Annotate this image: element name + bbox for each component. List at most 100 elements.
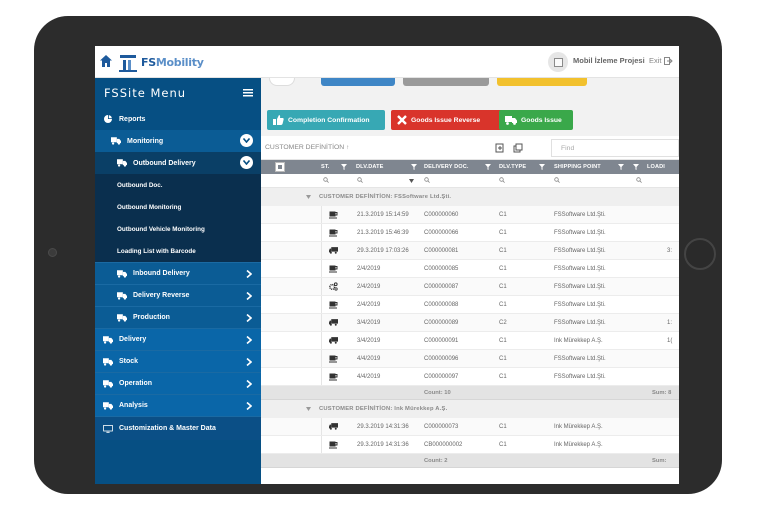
sidebar-item-label: Inbound Delivery bbox=[133, 270, 190, 277]
filter-icon[interactable] bbox=[485, 164, 491, 170]
sidebar-item-label: Production bbox=[133, 314, 170, 321]
sidebar-item-loading-list-with-barcode[interactable]: Loading List with Barcode bbox=[95, 240, 261, 262]
partial-blue-button[interactable] bbox=[321, 78, 395, 86]
exit-button[interactable]: Exit bbox=[649, 56, 673, 65]
search-icon[interactable] bbox=[499, 177, 505, 183]
app-logo[interactable]: FSMobility bbox=[117, 50, 204, 74]
partial-circle-button[interactable] bbox=[269, 78, 295, 86]
export-icon[interactable] bbox=[495, 143, 505, 153]
logo-suffix: Mobility bbox=[155, 55, 204, 69]
project-name[interactable]: Mobil İzleme Projesi bbox=[573, 56, 645, 65]
select-all-checkbox[interactable] bbox=[275, 162, 285, 172]
completion-confirmation-button[interactable]: Completion Confirmation bbox=[267, 110, 385, 130]
chevron-right-icon[interactable] bbox=[246, 358, 252, 366]
table-row[interactable]: 2/4/2019 C000000088 C1 FSSoftware Ltd.Şti. bbox=[261, 296, 679, 314]
cell-delivery-doc: C000000096 bbox=[424, 356, 459, 362]
col-header-dlv-type[interactable]: DLV.TYPE bbox=[499, 164, 526, 170]
group-title: CUSTOMER DEFİNİTİON: Ink Mürekkep A.Ş. bbox=[319, 406, 448, 412]
sidebar-item-delivery[interactable]: Delivery bbox=[95, 328, 261, 350]
gears-icon bbox=[329, 282, 338, 291]
collapse-icon[interactable] bbox=[306, 407, 311, 411]
truck-icon bbox=[103, 357, 113, 366]
table-row[interactable]: 29.3.2019 14:31:36 C000000073 C1 Ink Mürekk… bbox=[261, 418, 679, 436]
search-icon[interactable] bbox=[554, 177, 560, 183]
filter-icon[interactable] bbox=[539, 164, 545, 170]
table-row[interactable]: 3/4/2019 C000000091 C1 Ink Mürekkep A.Ş. 1( bbox=[261, 332, 679, 350]
col-header-shipping-point[interactable]: SHIPPING POINT bbox=[554, 164, 601, 170]
sidebar-item-operation[interactable]: Operation bbox=[95, 372, 261, 394]
cell-dlv-type: C1 bbox=[499, 442, 507, 448]
sidebar-item-outbound-monitoring[interactable]: Outbound Monitoring bbox=[95, 196, 261, 218]
chevron-down-icon[interactable] bbox=[240, 156, 253, 169]
filter-icon[interactable] bbox=[618, 164, 624, 170]
chevron-right-icon[interactable] bbox=[246, 336, 252, 344]
sidebar-item-delivery-reverse[interactable]: Delivery Reverse bbox=[95, 284, 261, 306]
table-row[interactable]: 21.3.2019 15:46:39 C000000066 C1 FSSoftware… bbox=[261, 224, 679, 242]
home-icon[interactable] bbox=[99, 54, 113, 68]
sidebar-item-customization-master-data[interactable]: Customization & Master Data bbox=[95, 416, 261, 440]
sidebar-item-analysis[interactable]: Analysis bbox=[95, 394, 261, 416]
cell-delivery-doc: C000000073 bbox=[424, 424, 459, 430]
menu-toggle-icon[interactable] bbox=[243, 89, 253, 97]
sidebar-menu: Reports Monitoring Outbound Delivery Outbou… bbox=[95, 108, 261, 440]
filter-icon[interactable] bbox=[633, 164, 639, 170]
filter-icon[interactable] bbox=[411, 164, 417, 170]
table-row[interactable]: 4/4/2019 C000000096 C1 FSSoftware Ltd.Şti. bbox=[261, 350, 679, 368]
col-header-status[interactable]: ST. bbox=[321, 164, 329, 170]
column-chooser-icon[interactable] bbox=[513, 143, 523, 153]
cell-dlv-type: C2 bbox=[499, 320, 507, 326]
sidebar-item-label: Outbound Monitoring bbox=[117, 203, 182, 211]
cell-shipping-point: FSSoftware Ltd.Şti. bbox=[554, 374, 606, 380]
cell-dlv-date: 3/4/2019 bbox=[357, 320, 381, 326]
group-by-chip[interactable]: CUSTOMER DEFİNİTİON ↑ bbox=[265, 144, 349, 151]
group-header[interactable]: CUSTOMER DEFİNİTİON: Ink Mürekkep A.Ş. bbox=[261, 400, 679, 418]
table-row[interactable]: 29.3.2019 17:03:26 C000000081 C1 FSSoftware… bbox=[261, 242, 679, 260]
collapse-icon[interactable] bbox=[306, 195, 311, 199]
chevron-down-icon[interactable] bbox=[409, 179, 414, 183]
sidebar-item-outbound-doc[interactable]: Outbound Doc. bbox=[95, 174, 261, 196]
col-header-delivery-doc[interactable]: DELIVERY DOC. bbox=[424, 164, 469, 170]
group-header[interactable]: CUSTOMER DEFİNİTİON: FSSoftware Ltd.Şti. bbox=[261, 188, 679, 206]
chevron-right-icon[interactable] bbox=[246, 292, 252, 300]
sidebar-item-outbound-delivery[interactable]: Outbound Delivery bbox=[95, 152, 261, 174]
chevron-down-icon[interactable] bbox=[240, 134, 253, 147]
goods-issue-reverse-button[interactable]: Goods Issue Reverse bbox=[391, 110, 515, 130]
table-row[interactable]: 2/4/2019 C000000087 C1 FSSoftware Ltd.Şti. bbox=[261, 278, 679, 296]
partial-gray-button[interactable] bbox=[403, 78, 489, 86]
search-icon[interactable] bbox=[636, 177, 642, 183]
table-row[interactable]: 29.3.2019 14:31:36 CB000000002 C1 Ink Mürek… bbox=[261, 436, 679, 454]
partial-yellow-button[interactable] bbox=[497, 78, 587, 86]
cell-shipping-point: Ink Mürekkep A.Ş. bbox=[554, 338, 603, 344]
coffee-icon bbox=[329, 441, 338, 449]
sidebar-item-monitoring[interactable]: Monitoring bbox=[95, 130, 261, 152]
filter-icon[interactable] bbox=[341, 164, 347, 170]
col-header-loading[interactable]: LOADI bbox=[647, 164, 665, 170]
column-header-row: ST. DLV.DATE DELIVERY DOC. DLV.TYPE SHIP… bbox=[261, 160, 679, 174]
coffee-icon bbox=[329, 229, 338, 237]
chevron-right-icon[interactable] bbox=[246, 380, 252, 388]
table-row[interactable]: 4/4/2019 C000000097 C1 FSSoftware Ltd.Şti. bbox=[261, 368, 679, 386]
cell-shipping-point: FSSoftware Ltd.Şti. bbox=[554, 212, 606, 218]
table-row[interactable]: 3/4/2019 C000000089 C2 FSSoftware Ltd.Şti. 1… bbox=[261, 314, 679, 332]
sidebar-item-stock[interactable]: Stock bbox=[95, 350, 261, 372]
sidebar-item-outbound-vehicle-monitoring[interactable]: Outbound Vehicle Monitoring bbox=[95, 218, 261, 240]
goods-issue-button[interactable]: Goods Issue bbox=[499, 110, 573, 130]
cell-dlv-date: 29.3.2019 14:31:36 bbox=[357, 442, 409, 448]
chevron-right-icon[interactable] bbox=[246, 314, 252, 322]
cell-dlv-date: 21.3.2019 15:14:59 bbox=[357, 212, 409, 218]
sidebar-item-reports[interactable]: Reports bbox=[95, 108, 261, 130]
cell-shipping-point: FSSoftware Ltd.Şti. bbox=[554, 302, 606, 308]
table-row[interactable]: 2/4/2019 C000000085 C1 FSSoftware Ltd.Şti. bbox=[261, 260, 679, 278]
search-icon[interactable] bbox=[323, 177, 329, 183]
find-input[interactable]: Find bbox=[551, 139, 679, 157]
home-hardware-button[interactable] bbox=[684, 238, 716, 270]
sidebar-item-production[interactable]: Production bbox=[95, 306, 261, 328]
col-header-dlv-date[interactable]: DLV.DATE bbox=[356, 164, 383, 170]
chevron-right-icon[interactable] bbox=[246, 402, 252, 410]
chevron-right-icon[interactable] bbox=[246, 270, 252, 278]
sidebar-item-inbound-delivery[interactable]: Inbound Delivery bbox=[95, 262, 261, 284]
cell-loading: 3: bbox=[667, 248, 673, 254]
search-icon[interactable] bbox=[357, 177, 363, 183]
table-row[interactable]: 21.3.2019 15:14:59 C000000060 C1 FSSoftware… bbox=[261, 206, 679, 224]
search-icon[interactable] bbox=[424, 177, 430, 183]
